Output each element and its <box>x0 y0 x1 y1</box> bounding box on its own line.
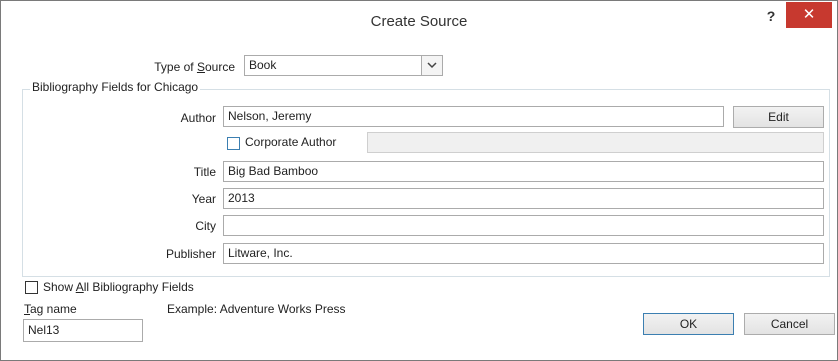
city-label: City <box>195 219 216 233</box>
city-input[interactable] <box>223 215 824 236</box>
help-button[interactable]: ? <box>760 7 782 27</box>
tag-name-input[interactable]: Nel13 <box>23 319 143 342</box>
title-input[interactable]: Big Bad Bamboo <box>223 161 824 182</box>
corporate-author-checkbox[interactable] <box>227 137 240 150</box>
tag-example-text: Example: Adventure Works Press <box>167 302 346 316</box>
title-label: Title <box>193 165 216 179</box>
create-source-dialog: Create Source ? ✕ Type of Source Book Bi… <box>0 0 838 361</box>
type-of-source-select[interactable]: Book <box>244 55 443 76</box>
dialog-title: Create Source <box>370 13 468 30</box>
title-bar: Create Source ? ✕ <box>1 1 837 41</box>
edit-author-button[interactable]: Edit <box>733 106 824 128</box>
chevron-down-icon[interactable] <box>421 56 442 75</box>
bibliography-fields-group-title: Bibliography Fields for Chicago <box>30 80 201 94</box>
corporate-author-input <box>367 132 824 153</box>
cancel-button[interactable]: Cancel <box>744 313 835 335</box>
close-icon: ✕ <box>802 6 816 23</box>
ok-button[interactable]: OK <box>643 313 734 335</box>
type-of-source-label: Type of Source <box>154 60 235 74</box>
show-all-fields-label: Show All Bibliography Fields <box>43 280 194 294</box>
year-label: Year <box>191 192 216 206</box>
show-all-fields-checkbox[interactable] <box>25 281 38 294</box>
year-input[interactable]: 2013 <box>223 188 824 209</box>
publisher-input[interactable]: Litware, Inc. <box>223 243 824 264</box>
close-button[interactable]: ✕ <box>786 2 832 28</box>
corporate-author-label: Corporate Author <box>245 135 337 149</box>
author-label: Author <box>180 111 216 125</box>
type-of-source-value: Book <box>249 58 277 72</box>
author-input[interactable]: Nelson, Jeremy <box>223 106 724 127</box>
publisher-label: Publisher <box>165 247 216 261</box>
tag-name-label: Tag name <box>24 302 77 316</box>
